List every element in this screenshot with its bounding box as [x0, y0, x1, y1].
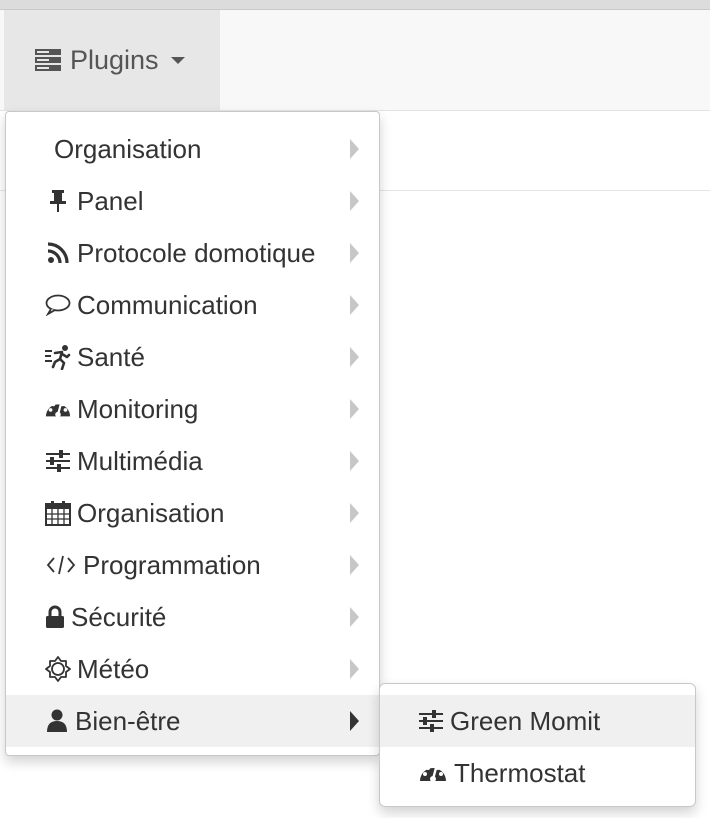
caret-right-icon [350, 243, 359, 263]
menu-item-securite[interactable]: Sécurité [6, 591, 379, 643]
menu-item-organisation-calendar[interactable]: Organisation [6, 487, 379, 539]
navbar: Plugins [0, 10, 710, 111]
window-top-border [0, 0, 710, 10]
menu-item-organisation-top[interactable]: Organisation [6, 123, 379, 175]
menu-item-communication[interactable]: Communication [6, 279, 379, 331]
menu-item-label: Santé [77, 341, 145, 372]
submenu-item-green-momit[interactable]: Green Momit [380, 695, 695, 747]
menu-item-multimedia[interactable]: Multimédia [6, 435, 379, 487]
user-icon [45, 708, 69, 734]
running-icon [45, 344, 71, 370]
plugins-dropdown-menu: Organisation Panel Protocole domotique C… [5, 111, 380, 756]
menu-item-meteo[interactable]: Météo [6, 643, 379, 695]
menu-item-label: Programmation [83, 549, 261, 580]
caret-right-icon [350, 451, 359, 471]
caret-right-icon [350, 295, 359, 315]
code-icon [45, 552, 77, 578]
menu-item-bien-etre[interactable]: Bien-être [6, 695, 379, 747]
plugins-menu-button[interactable]: Plugins [4, 10, 220, 110]
caret-down-icon [170, 56, 185, 64]
caret-right-icon [350, 555, 359, 575]
menu-item-protocole-domotique[interactable]: Protocole domotique [6, 227, 379, 279]
submenu-item-thermostat[interactable]: Thermostat [380, 747, 695, 799]
menu-item-label: Organisation [54, 133, 202, 164]
comment-icon [45, 292, 71, 318]
menu-item-label: Organisation [77, 497, 225, 528]
menu-item-label: Panel [77, 185, 144, 216]
menu-item-monitoring[interactable]: Monitoring [6, 383, 379, 435]
caret-right-icon [350, 347, 359, 367]
thumbtack-icon [45, 188, 71, 214]
caret-right-icon [350, 399, 359, 419]
caret-right-icon [350, 659, 359, 679]
plugins-label: Plugins [70, 44, 159, 75]
submenu-item-label: Green Momit [450, 705, 601, 736]
sliders-icon [45, 448, 71, 474]
menu-item-panel[interactable]: Panel [6, 175, 379, 227]
bien-etre-submenu: Green Momit Thermostat [379, 683, 696, 807]
menu-item-programmation[interactable]: Programmation [6, 539, 379, 591]
caret-right-icon [350, 191, 359, 211]
menu-item-label: Monitoring [77, 393, 199, 424]
server-icon [34, 48, 62, 72]
menu-item-label: Bien-être [75, 705, 181, 736]
sliders-icon [418, 708, 444, 734]
caret-right-icon [350, 607, 359, 627]
submenu-item-label: Thermostat [454, 757, 586, 788]
caret-right-icon [350, 503, 359, 523]
menu-item-label: Communication [77, 289, 258, 320]
menu-item-label: Météo [77, 653, 150, 684]
caret-right-icon [350, 139, 359, 159]
dashboard-icon [45, 396, 71, 422]
menu-item-label: Protocole domotique [77, 237, 316, 268]
caret-right-icon [350, 711, 359, 731]
lock-icon [45, 604, 65, 630]
menu-item-sante[interactable]: Santé [6, 331, 379, 383]
menu-item-label: Multimédia [77, 445, 203, 476]
rss-icon [45, 240, 71, 266]
dashboard-icon [418, 760, 448, 786]
calendar-icon [45, 500, 71, 526]
sun-icon [45, 656, 71, 682]
menu-item-label: Sécurité [71, 601, 167, 632]
